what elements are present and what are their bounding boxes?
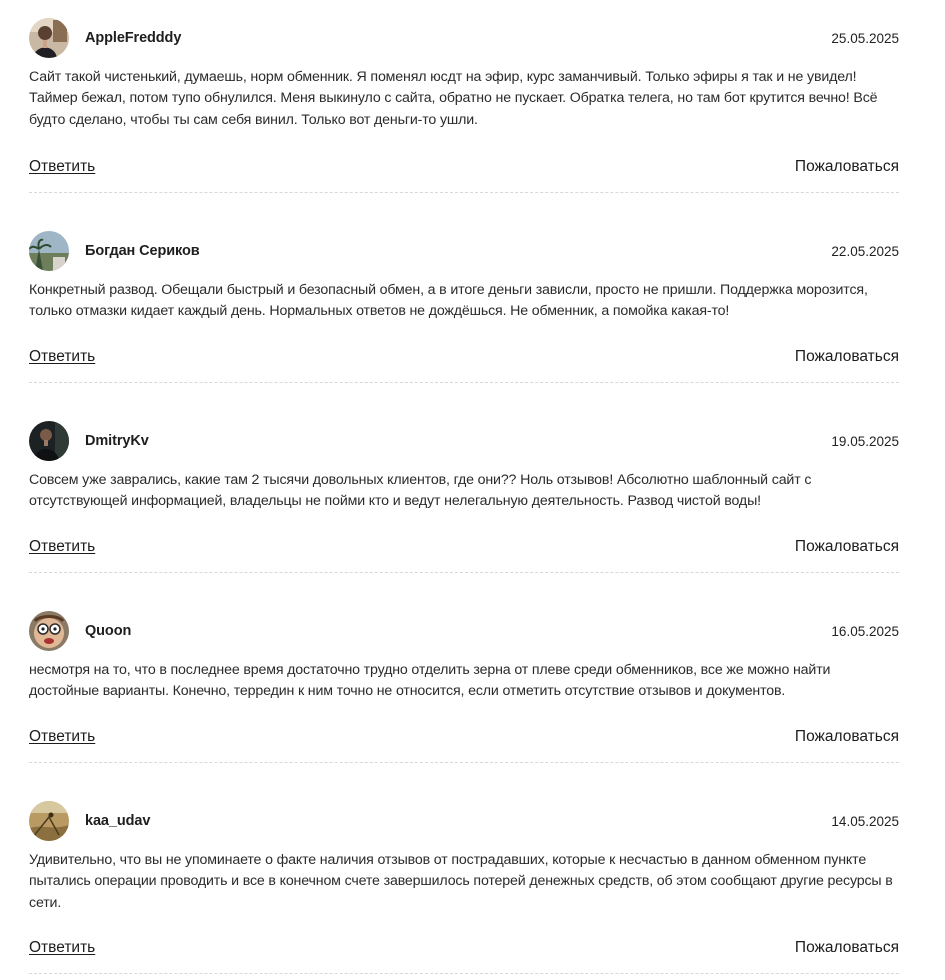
complain-link[interactable]: Пожаловаться bbox=[795, 348, 899, 366]
review-actions: Ответить Пожаловаться bbox=[29, 536, 899, 558]
author-name: DmitryKv bbox=[85, 433, 149, 449]
author-name: AppleFredddy bbox=[85, 30, 182, 46]
review-text: несмотря на то, что в последнее время до… bbox=[29, 662, 831, 700]
review-text: Удивительно, что вы не упоминаете о факт… bbox=[29, 852, 893, 911]
reply-link[interactable]: Ответить bbox=[29, 939, 95, 957]
complain-link[interactable]: Пожаловаться bbox=[795, 939, 899, 957]
review-actions: Ответить Пожаловаться bbox=[29, 156, 899, 178]
avatar[interactable] bbox=[29, 18, 69, 58]
review-item: DmitryKv 19.05.2025 Совсем уже заврались… bbox=[29, 383, 899, 573]
review-actions: Ответить Пожаловаться bbox=[29, 726, 899, 748]
complain-link[interactable]: Пожаловаться bbox=[795, 538, 899, 556]
review-text: Конкретный развод. Обещали быстрый и без… bbox=[29, 282, 868, 320]
reply-link[interactable]: Ответить bbox=[29, 728, 95, 746]
complain-link[interactable]: Пожаловаться bbox=[795, 728, 899, 746]
review-header: DmitryKv 19.05.2025 bbox=[29, 420, 899, 462]
review-text: Сайт такой чистенький, думаешь, норм обм… bbox=[29, 69, 878, 128]
review-item: AppleFredddy 25.05.2025 Сайт такой чисте… bbox=[29, 0, 899, 193]
avatar[interactable] bbox=[29, 801, 69, 841]
review-header: AppleFredddy 25.05.2025 bbox=[29, 17, 899, 59]
review-item: Богдан Сериков 22.05.2025 Конкретный раз… bbox=[29, 193, 899, 383]
review-actions: Ответить Пожаловаться bbox=[29, 937, 899, 959]
avatar[interactable] bbox=[29, 421, 69, 461]
review-item: Quoon 16.05.2025 несмотря на то, что в п… bbox=[29, 573, 899, 763]
review-date: 19.05.2025 bbox=[831, 433, 899, 449]
review-date: 14.05.2025 bbox=[831, 813, 899, 829]
author-name: Quoon bbox=[85, 623, 132, 639]
reviews-list: AppleFredddy 25.05.2025 Сайт такой чисте… bbox=[29, 0, 899, 974]
review-header: Quoon 16.05.2025 bbox=[29, 610, 899, 652]
author-name: Богдан Сериков bbox=[85, 243, 200, 259]
avatar[interactable] bbox=[29, 611, 69, 651]
review-actions: Ответить Пожаловаться bbox=[29, 346, 899, 368]
review-date: 16.05.2025 bbox=[831, 623, 899, 639]
author-name: kaa_udav bbox=[85, 813, 151, 829]
review-header: Богдан Сериков 22.05.2025 bbox=[29, 230, 899, 272]
review-header: kaa_udav 14.05.2025 bbox=[29, 800, 899, 842]
complain-link[interactable]: Пожаловаться bbox=[795, 158, 899, 176]
avatar[interactable] bbox=[29, 231, 69, 271]
reply-link[interactable]: Ответить bbox=[29, 348, 95, 366]
reply-link[interactable]: Ответить bbox=[29, 158, 95, 176]
review-date: 22.05.2025 bbox=[831, 243, 899, 259]
review-date: 25.05.2025 bbox=[831, 30, 899, 46]
reply-link[interactable]: Ответить bbox=[29, 538, 95, 556]
review-text: Совсем уже заврались, какие там 2 тысячи… bbox=[29, 472, 812, 510]
review-item: kaa_udav 14.05.2025 Удивительно, что вы … bbox=[29, 763, 899, 974]
